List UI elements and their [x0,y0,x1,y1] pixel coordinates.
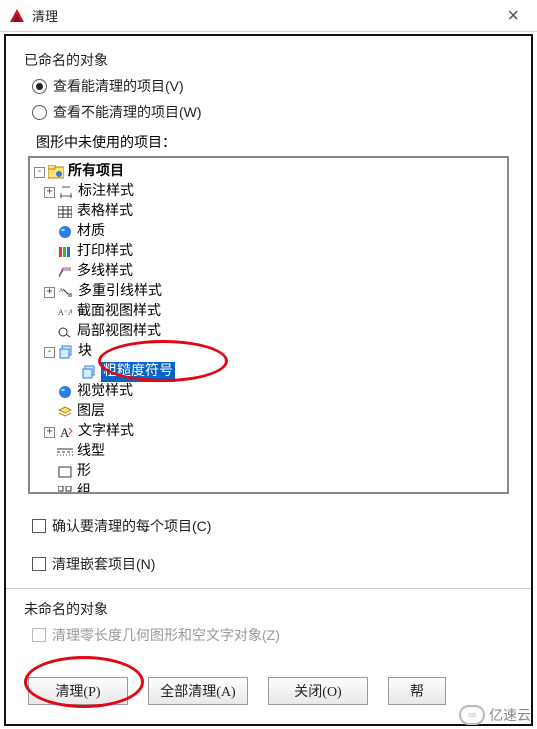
expand-icon[interactable]: + [44,287,55,298]
close-button[interactable]: 关闭(O) [268,677,368,705]
radio-view-purgeable[interactable]: 查看能清理的项目(V) [32,76,513,96]
svg-text:A: A [60,425,70,439]
tree-item-shape[interactable]: 形 [34,462,503,482]
help-button[interactable]: 帮 [388,677,446,705]
tablestyle-icon [57,204,73,220]
linetype-icon [57,444,73,460]
purge-button[interactable]: 清理(P) [28,677,128,705]
tree-label: 表格样式 [77,202,133,222]
tree-item-block[interactable]: -块 [34,342,503,362]
tree-label: 打印样式 [77,242,133,262]
tree-item-material[interactable]: 材质 [34,222,503,242]
button-row: 清理(P) 全部清理(A) 关闭(O) 帮 [24,677,513,705]
collapse-icon[interactable]: - [34,167,45,178]
all-items-icon [48,164,64,180]
svg-text:A⁻A: A⁻A [58,308,72,317]
layer-icon [57,404,73,420]
mleader-icon: A [58,284,74,300]
tree-label: 多线样式 [77,262,133,282]
tree-root[interactable]: - 所有项目 [34,162,503,182]
check-label: 确认要清理的每个项目(C) [52,516,211,536]
check-zero-length: 清理零长度几何图形和空文字对象(Z) [32,625,513,645]
plotstyle-icon [57,244,73,260]
radio-icon [32,105,47,120]
radio-icon [32,79,47,94]
close-icon[interactable]: × [497,6,529,26]
tree-label: 截面视图样式 [77,302,161,322]
tree-label-selected: 粗糙度符号 [101,362,175,382]
tree-item-mleaderstyle[interactable]: +A多重引线样式 [34,282,503,302]
tree-item-tablestyle[interactable]: 表格样式 [34,202,503,222]
group-icon [57,484,73,494]
detailview-icon [57,324,73,340]
checkbox-icon [32,519,46,533]
tree-item-linetype[interactable]: 线型 [34,442,503,462]
block-icon [58,344,74,360]
radio-label: 查看不能清理的项目(W) [53,102,202,122]
tree-label: 局部视图样式 [77,322,161,342]
tree-label: 块 [78,342,92,362]
checkbox-icon [32,557,46,571]
dialog-body: 已命名的对象 查看能清理的项目(V) 查看不能清理的项目(W) 图形中未使用的项… [4,34,533,726]
tree-label: 图层 [77,402,105,422]
tree-item-mlinestyle[interactable]: 多线样式 [34,262,503,282]
check-confirm-each[interactable]: 确认要清理的每个项目(C) [32,516,513,536]
separator [6,588,531,589]
tree-root-label: 所有项目 [68,162,124,182]
collapse-icon[interactable]: - [44,347,55,358]
check-nested[interactable]: 清理嵌套项目(N) [32,554,513,574]
textstyle-icon: A [58,424,74,440]
tree-item-dimstyle[interactable]: + 标注样式 [34,182,503,202]
sectionview-icon: A⁻A [57,304,73,320]
expand-icon[interactable]: + [44,187,55,198]
shape-icon [57,464,73,480]
radio-label: 查看能清理的项目(V) [53,76,184,96]
block-child-icon [81,364,97,380]
tree-item-sectionview[interactable]: A⁻A 截面视图样式 [34,302,503,322]
checkbox-icon [32,628,46,642]
tree: - 所有项目 +标注样式 表格样式 材质 打印样式 多线样式 +A多重引线样式 … [34,162,503,494]
material-icon [57,224,73,240]
tree-item-group[interactable]: 组 [34,482,503,494]
tree-item-plotstyle[interactable]: 打印样式 [34,242,503,262]
window-title: 清理 [32,6,58,25]
unused-items-label: 图形中未使用的项目： [36,132,513,152]
app-icon [8,7,26,25]
tree-label: 材质 [77,222,105,242]
purge-all-button[interactable]: 全部清理(A) [148,677,248,705]
check-label: 清理零长度几何图形和空文字对象(Z) [52,625,280,645]
tree-label: 形 [77,462,91,482]
tree-panel[interactable]: - 所有项目 +标注样式 表格样式 材质 打印样式 多线样式 +A多重引线样式 … [28,156,509,494]
expand-icon[interactable]: + [44,427,55,438]
check-label: 清理嵌套项目(N) [52,554,155,574]
title-bar: 清理 × [0,0,537,32]
tree-item-layer[interactable]: 图层 [34,402,503,422]
tree-label: 线型 [77,442,105,462]
tree-item-visualstyle[interactable]: 视觉样式 [34,382,503,402]
visualstyle-icon [57,384,73,400]
named-objects-heading: 已命名的对象 [24,50,513,70]
tree-item-detailview[interactable]: 局部视图样式 [34,322,503,342]
tree-label: 多重引线样式 [78,282,162,302]
unnamed-objects-heading: 未命名的对象 [24,599,513,619]
dimstyle-icon [58,184,74,200]
tree-item-roughness[interactable]: 粗糙度符号 [34,362,503,382]
radio-view-nonpurgeable[interactable]: 查看不能清理的项目(W) [32,102,513,122]
tree-label: 标注样式 [78,182,134,202]
mlinestyle-icon [57,264,73,280]
tree-item-textstyle[interactable]: + A 文字样式 [34,422,503,442]
tree-label: 视觉样式 [77,382,133,402]
tree-label: 文字样式 [78,422,134,442]
tree-label: 组 [77,482,91,494]
